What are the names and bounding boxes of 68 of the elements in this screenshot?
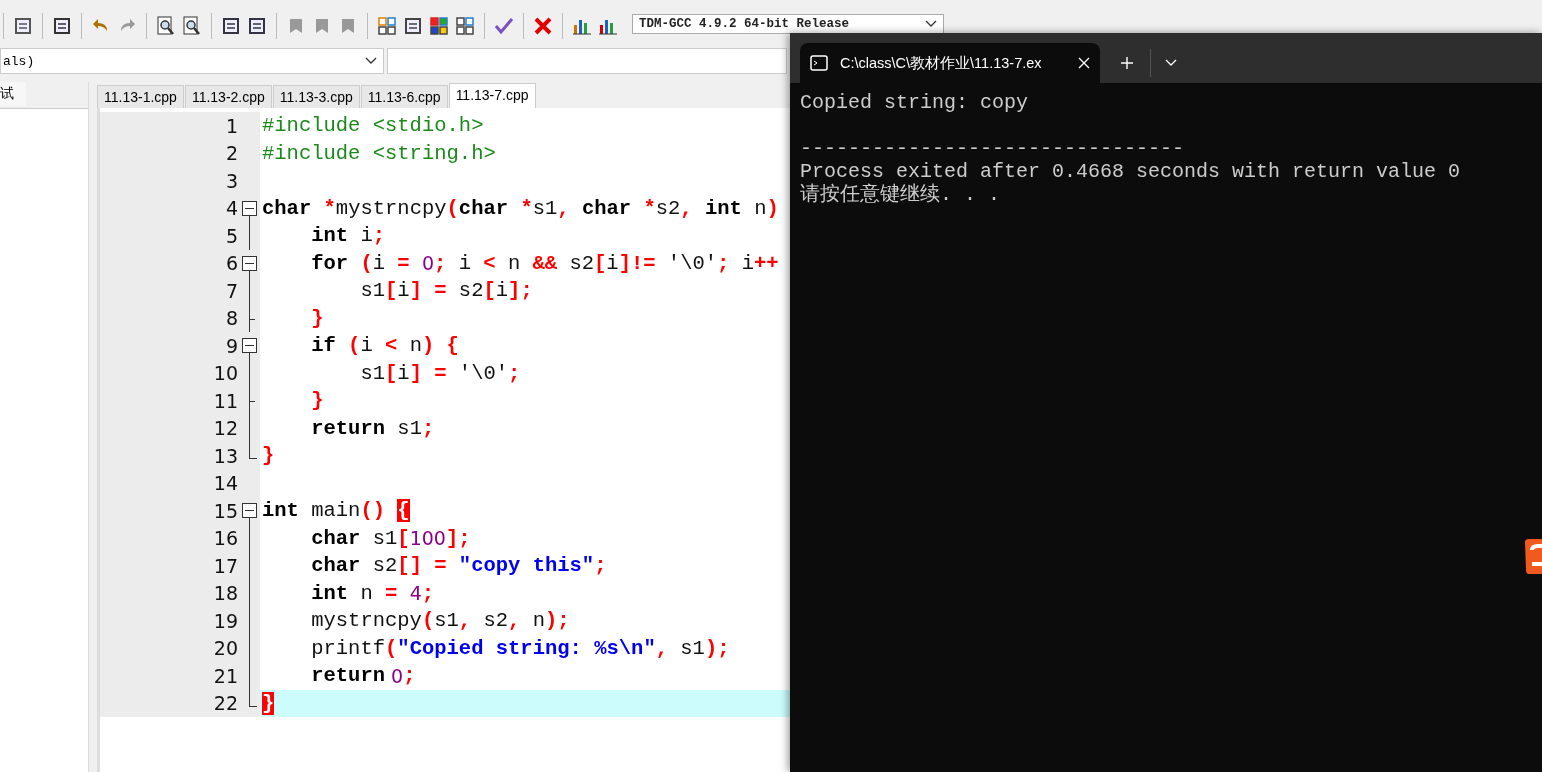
line-number: 10 bbox=[213, 362, 238, 385]
terminal-output-line: -------------------------------- bbox=[800, 137, 1185, 160]
code-line: for (i = 0; i < n && s2[i]!= '\0'; i++ bbox=[310, 250, 780, 277]
grid-icon[interactable] bbox=[455, 16, 475, 36]
line-number: 21 bbox=[213, 664, 238, 687]
code-line: } bbox=[310, 305, 325, 332]
check-icon[interactable] bbox=[494, 16, 514, 36]
code-line: s1[i] = '\0'; bbox=[359, 360, 522, 387]
code-line: int n = 4; bbox=[310, 580, 436, 607]
line-number: 17 bbox=[213, 554, 238, 577]
code-line: int main() { bbox=[261, 498, 411, 525]
new-tab-icon[interactable] bbox=[1120, 56, 1134, 70]
line-number: 18 bbox=[213, 582, 238, 605]
file-tab[interactable]: 11.13-7.cpp bbox=[448, 83, 536, 108]
code-line: char s2[] = "copy this"; bbox=[310, 553, 608, 580]
code-line: #include <stdio.h> bbox=[261, 113, 485, 140]
grid-icon[interactable] bbox=[377, 16, 397, 36]
code-line: s1[i] = s2[i]; bbox=[359, 278, 534, 305]
line-number: 20 bbox=[213, 637, 238, 660]
file-tab[interactable]: 11.13-2.cpp bbox=[184, 85, 272, 108]
caret-icon bbox=[925, 20, 937, 28]
line-number: 12 bbox=[213, 417, 238, 440]
line-number: 22 bbox=[213, 692, 238, 715]
terminal-tab[interactable]: C:\class\C\教材作业\11.13-7.ex bbox=[800, 43, 1100, 83]
line-number: 5 bbox=[225, 224, 238, 247]
line-number: 1 bbox=[225, 114, 238, 137]
fold-toggle-icon[interactable] bbox=[242, 200, 257, 216]
line-number: 11 bbox=[213, 389, 238, 412]
line-number: 13 bbox=[213, 444, 238, 467]
line-number: 15 bbox=[213, 499, 238, 522]
caret-icon bbox=[365, 57, 377, 65]
line-number: 3 bbox=[225, 169, 238, 192]
code-line: int i; bbox=[310, 223, 387, 250]
code-line: return s1; bbox=[310, 415, 436, 442]
panel-tab[interactable]: 试 bbox=[0, 82, 26, 106]
compiler-dropdown[interactable]: TDM-GCC 4.9.2 64-bit Release bbox=[632, 14, 944, 34]
chevron-down-icon[interactable] bbox=[1165, 59, 1177, 67]
code-line: if (i < n) { bbox=[310, 333, 460, 360]
code-line: } bbox=[261, 443, 276, 470]
code-line: #include <string.h> bbox=[261, 140, 497, 167]
class-dropdown[interactable]: als) bbox=[0, 48, 384, 74]
line-number: 14 bbox=[213, 472, 238, 495]
file-tab[interactable]: 11.13-6.cpp bbox=[360, 85, 448, 108]
line-number: 16 bbox=[213, 527, 238, 550]
line-number: 9 bbox=[225, 334, 238, 357]
line-number: 19 bbox=[213, 609, 238, 632]
line-number: 4 bbox=[225, 197, 238, 220]
code-line: char s1[100]; bbox=[310, 525, 472, 552]
color-grid-icon[interactable] bbox=[429, 16, 449, 36]
fold-toggle-icon[interactable] bbox=[242, 255, 257, 271]
fold-toggle-icon[interactable] bbox=[242, 338, 257, 353]
terminal-icon bbox=[810, 55, 828, 71]
line-number: 8 bbox=[225, 307, 238, 330]
terminal-output-line: Process exited after 0.4668 seconds with return value 0 bbox=[800, 160, 1461, 183]
line-number: 2 bbox=[225, 142, 238, 165]
code-line: return 0; bbox=[310, 663, 417, 690]
fold-toggle-icon[interactable] bbox=[242, 503, 257, 518]
code-line: mystrncpy(s1, s2, n); bbox=[310, 608, 571, 635]
terminal-output-line: 请按任意键继续. . . bbox=[800, 183, 1000, 206]
terminal-output-line: Copied string: copy bbox=[800, 91, 1029, 114]
code-line: } bbox=[310, 388, 325, 415]
code-line: printf("Copied string: %s\n", s1); bbox=[310, 635, 731, 662]
find-icon[interactable] bbox=[156, 16, 176, 36]
file-tab[interactable]: 11.13-1.cpp bbox=[97, 85, 184, 108]
line-number: 7 bbox=[225, 279, 238, 302]
file-tab[interactable]: 11.13-3.cpp bbox=[272, 85, 360, 108]
line-number: 6 bbox=[225, 252, 238, 275]
code-line: char *mystrncpy(char *s1, char *s2, int n) bbox=[261, 195, 780, 222]
